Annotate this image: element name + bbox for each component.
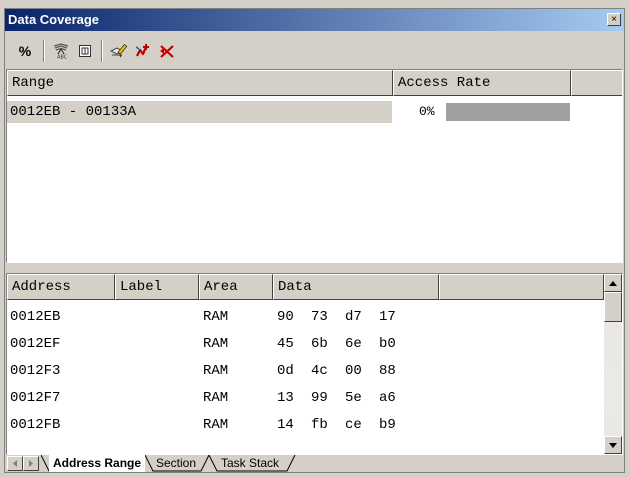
arrow-down-icon (609, 442, 617, 448)
access-rate-column-header[interactable]: Access Rate (393, 70, 571, 96)
data-byte-cell: ce (345, 417, 362, 433)
edit-range-button[interactable] (107, 40, 131, 62)
scroll-up-button[interactable] (604, 274, 622, 292)
data-column-header[interactable]: Data (273, 274, 439, 300)
tab-bar: Address Range Section Task Stack (5, 455, 624, 472)
data-byte-cell: b0 (379, 336, 396, 352)
address-range-icon: ABC (53, 43, 69, 60)
data-byte-cell: fb (311, 417, 328, 433)
tab-scroll-right-button[interactable] (23, 456, 39, 471)
arrow-left-icon (13, 460, 17, 467)
range-column-header[interactable]: Range (7, 70, 393, 96)
table-row[interactable]: 0012FB RAM 14 fb ce b9 (7, 414, 605, 436)
delete-range-button[interactable] (155, 40, 179, 62)
title-bar[interactable]: Data Coverage × (5, 9, 624, 31)
data-byte-cell: 90 (277, 309, 294, 325)
svg-text:ABC: ABC (57, 55, 68, 60)
toolbar: % ABC (5, 32, 624, 69)
scroll-down-button[interactable] (604, 436, 622, 454)
range-table: Range Access Rate 0012EB - 00133A 0% (6, 69, 623, 263)
address-column-header[interactable]: Address (7, 274, 115, 300)
data-byte-cell: 00 (345, 363, 362, 379)
arrow-right-icon (29, 460, 33, 467)
data-coverage-window: Data Coverage × % ABC Range Access Rate … (4, 8, 625, 473)
arrow-up-icon (609, 280, 617, 286)
data-byte-cell: 0d (277, 363, 294, 379)
address-cell: 0012EB (10, 309, 61, 325)
data-byte-cell: 17 (379, 309, 396, 325)
address-cell: 0012FB (10, 417, 61, 433)
access-rate-bar (446, 103, 570, 121)
data-byte-cell: 14 (277, 417, 294, 433)
data-byte-cell: 4c (311, 363, 328, 379)
data-byte-cell: 45 (277, 336, 294, 352)
delete-range-icon (160, 45, 174, 58)
label-column-header[interactable]: Label (115, 274, 199, 300)
area-column-header[interactable]: Area (199, 274, 273, 300)
tab-address-range[interactable]: Address Range (49, 455, 146, 472)
add-range-button[interactable] (131, 40, 155, 62)
toolbar-separator (101, 40, 103, 62)
range-row[interactable]: 0012EB - 00133A (7, 101, 392, 123)
section-button[interactable] (73, 40, 97, 62)
close-button[interactable]: × (607, 13, 621, 26)
table-row[interactable]: 0012F3 RAM 0d 4c 00 88 (7, 360, 605, 382)
tab-task-stack[interactable]: Task Stack (217, 455, 283, 472)
data-byte-cell: b9 (379, 417, 396, 433)
area-cell: RAM (203, 336, 229, 352)
scroll-thumb[interactable] (604, 292, 622, 322)
empty-column-header (439, 274, 604, 300)
address-range-button[interactable]: ABC (49, 40, 73, 62)
add-range-icon (135, 44, 149, 57)
window-title: Data Coverage (8, 12, 100, 27)
percent-button[interactable]: % (13, 40, 37, 62)
address-cell: 0012F3 (10, 363, 61, 379)
data-byte-cell: 88 (379, 363, 396, 379)
address-cell: 0012EF (10, 336, 61, 352)
area-cell: RAM (203, 390, 229, 406)
data-table: Address Label Area Data 0012EB RAM 90 73 d7 1… (6, 273, 623, 455)
toolbar-separator (43, 40, 45, 62)
data-byte-cell: 73 (311, 309, 328, 325)
table-row[interactable]: 0012EB RAM 90 73 d7 17 (7, 306, 605, 328)
data-byte-cell: 6e (345, 336, 362, 352)
close-icon: × (611, 14, 617, 25)
area-cell: RAM (203, 309, 229, 325)
tab-scroll-left-button[interactable] (7, 456, 23, 471)
table-row[interactable]: 0012EF RAM 45 6b 6e b0 (7, 333, 605, 355)
data-byte-cell: 13 (277, 390, 294, 406)
percent-icon: % (18, 43, 32, 59)
access-rate-value: 0% (419, 104, 435, 119)
area-cell: RAM (203, 363, 229, 379)
empty-column-header (571, 70, 622, 96)
data-byte-cell: d7 (345, 309, 362, 325)
data-byte-cell: 5e (345, 390, 362, 406)
data-byte-cell: 6b (311, 336, 328, 352)
edit-range-icon (110, 43, 128, 58)
data-byte-cell: 99 (311, 390, 328, 406)
area-cell: RAM (203, 417, 229, 433)
tab-section[interactable]: Section (152, 455, 200, 472)
data-byte-cell: a6 (379, 390, 396, 406)
vertical-scrollbar[interactable] (604, 274, 622, 454)
table-row[interactable]: 0012F7 RAM 13 99 5e a6 (7, 387, 605, 409)
section-icon (79, 45, 91, 57)
address-cell: 0012F7 (10, 390, 61, 406)
